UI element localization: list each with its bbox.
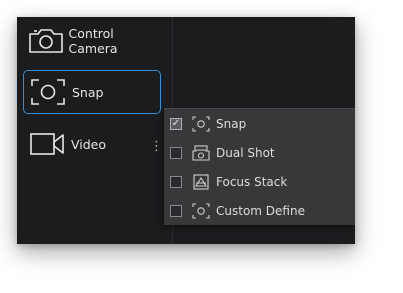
dropdown-option-label: Dual Shot	[216, 145, 275, 160]
custom-define-icon	[192, 202, 210, 220]
sidebar-item-label: Control Camera	[68, 26, 118, 56]
checkbox-snap[interactable]: ✓	[170, 117, 182, 130]
focus-stack-icon	[192, 173, 210, 191]
sidebar-item-snap[interactable]: Snap	[23, 70, 161, 114]
snap-mode-dropdown: ✓ Snap Dual Shot Focus Stack Custom Defi…	[164, 108, 355, 225]
sidebar-item-control-camera[interactable]: Control Camera	[23, 19, 161, 63]
checkbox-focus-stack[interactable]	[170, 175, 182, 188]
checkbox-dual-shot[interactable]	[170, 146, 182, 159]
dropdown-option-label: Focus Stack	[216, 174, 288, 189]
app-window: Control Camera Snap Video ⋮ ✓ Snap Dual …	[17, 17, 355, 244]
sidebar-item-label: Video	[71, 136, 107, 152]
checkbox-custom-define[interactable]	[170, 204, 182, 217]
video-icon	[26, 129, 68, 159]
sidebar-item-label: Snap	[72, 84, 104, 100]
dropdown-option-custom-define[interactable]: Custom Define	[164, 196, 355, 225]
dropdown-option-snap[interactable]: ✓ Snap	[164, 109, 355, 138]
dropdown-option-dual-shot[interactable]: Dual Shot	[164, 138, 355, 167]
snap-focus-icon	[192, 115, 210, 133]
mode-sidebar: Control Camera Snap Video ⋮	[17, 17, 172, 244]
dropdown-option-focus-stack[interactable]: Focus Stack	[164, 167, 355, 196]
camera-icon	[26, 26, 66, 56]
snap-focus-icon	[27, 77, 69, 107]
dropdown-option-label: Custom Define	[216, 203, 305, 218]
more-options-icon[interactable]: ⋮	[150, 140, 163, 153]
dropdown-option-label: Snap	[216, 116, 247, 131]
dual-shot-icon	[192, 144, 210, 162]
sidebar-item-video[interactable]: Video	[23, 122, 161, 166]
